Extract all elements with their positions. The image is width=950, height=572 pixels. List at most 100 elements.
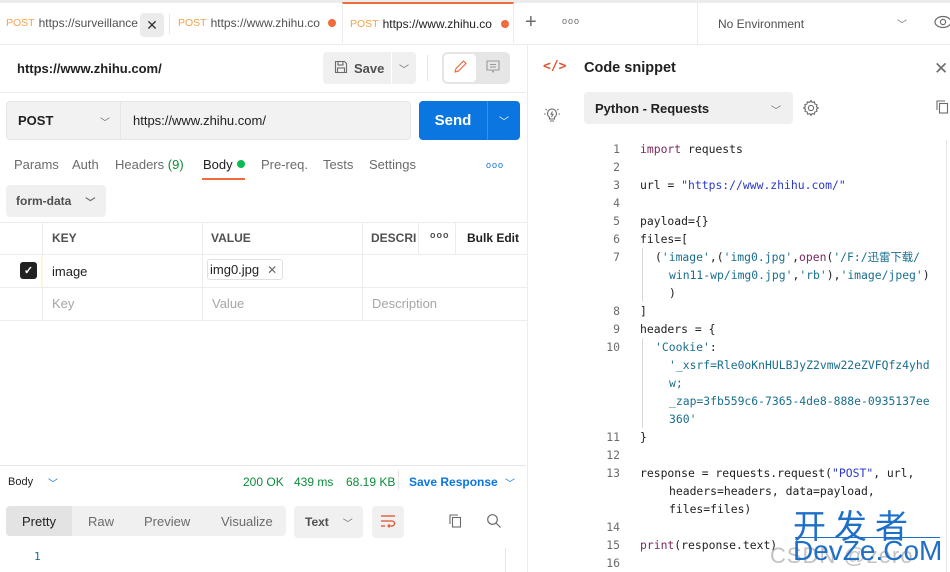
copy-icon[interactable] <box>447 513 463 532</box>
chevron-down-icon: ﹀ <box>342 518 353 530</box>
line-number: 6 <box>613 232 620 246</box>
active-tab-underline <box>202 178 245 180</box>
code-token: open <box>799 250 827 264</box>
language-select[interactable]: Python - Requests <box>584 92 793 124</box>
view-visualize-tab[interactable]: Visualize <box>221 514 273 529</box>
tab-headers[interactable]: Headers (9) <box>115 157 184 172</box>
request-tab-active[interactable]: POST https://www.zhihu.co <box>342 2 514 43</box>
response-scrollbar[interactable] <box>505 548 506 572</box>
tab-settings[interactable]: Settings <box>369 157 416 172</box>
more-tabs-button[interactable]: ooo <box>486 160 504 170</box>
tab-divider <box>169 14 170 34</box>
comment-icon <box>485 59 501 78</box>
line-number: 15 <box>606 538 620 552</box>
chevron-down-icon: ﹀ <box>100 118 110 129</box>
send-button[interactable]: Send <box>419 101 487 140</box>
body-type-select[interactable]: form-data ﹀ <box>6 185 106 217</box>
tab-label: Body <box>203 157 233 172</box>
remove-file-icon[interactable]: ✕ <box>267 263 277 277</box>
column-header-key: KEY <box>52 231 77 245</box>
code-line-wrap: headers=headers, data=payload, <box>669 484 875 498</box>
format-label: Text <box>305 515 329 529</box>
view-preview-tab[interactable]: Preview <box>144 514 190 529</box>
chevron-down-icon: ﹀ <box>399 64 409 76</box>
save-options-button[interactable]: ﹀ <box>392 52 416 84</box>
tab-url: https://www.zhihu.co <box>382 16 492 31</box>
plus-icon: + <box>525 11 537 33</box>
file-chip[interactable]: img0.jpg ✕ <box>207 259 283 280</box>
line-number: 9 <box>613 322 620 336</box>
line-number: 11 <box>606 430 620 444</box>
view-raw-tab[interactable]: Raw <box>88 514 114 529</box>
panel-resize-handle[interactable] <box>527 45 528 572</box>
param-key[interactable]: image <box>52 264 87 279</box>
save-label: Save <box>354 60 385 76</box>
key-input[interactable]: Key <box>52 296 74 311</box>
format-select[interactable]: Text ﹀ <box>294 506 363 538</box>
divider <box>427 55 428 81</box>
check-icon: ✓ <box>23 265 34 277</box>
tab-auth[interactable]: Auth <box>72 157 99 172</box>
response-section-label[interactable]: Body <box>8 476 33 488</box>
lightbulb-icon[interactable] <box>543 106 561 127</box>
method-label: POST <box>18 113 54 128</box>
table-options-button[interactable]: ooo <box>430 230 450 240</box>
save-response-button[interactable]: Save Response <box>409 475 498 489</box>
line-number: 8 <box>613 304 620 318</box>
status-code[interactable]: 200 OK <box>243 475 284 489</box>
tab-pre-request[interactable]: Pre-req. <box>261 157 308 172</box>
code-icon[interactable]: </> <box>543 59 566 74</box>
request-tab[interactable]: POST https://surveillance-a <box>6 3 138 42</box>
headers-count: (9) <box>167 157 184 172</box>
copy-icon[interactable] <box>934 99 950 118</box>
code-line: response = requests.request("POST", url, <box>640 466 915 480</box>
wrap-lines-button[interactable] <box>372 506 404 538</box>
tab-body[interactable]: Body <box>203 157 245 172</box>
close-icon: ✕ <box>934 59 949 78</box>
description-input[interactable]: Description <box>372 296 437 311</box>
bulk-edit-button[interactable]: Bulk Edit <box>467 231 519 245</box>
code-line-wrap: _zap=3fb559c6-7365-4de8-888e-0935137ee <box>669 394 930 408</box>
view-pretty-tab[interactable]: Pretty <box>6 506 72 536</box>
close-panel-button[interactable]: ✕ <box>934 59 948 79</box>
chevron-down-icon[interactable]: ﹀ <box>897 16 907 31</box>
file-name: img0.jpg <box>210 262 260 277</box>
new-tab-button[interactable]: + <box>525 12 537 32</box>
request-title[interactable]: https://www.zhihu.com/ <box>17 61 162 76</box>
chevron-down-icon: ﹀ <box>85 197 96 209</box>
code-scrollbar[interactable] <box>946 140 947 572</box>
wrap-icon <box>380 514 396 531</box>
request-tab[interactable]: POST https://www.zhihu.co <box>178 3 336 42</box>
comments-button[interactable] <box>478 54 508 82</box>
response-time[interactable]: 439 ms <box>294 475 333 489</box>
language-label: Python - Requests <box>595 100 710 116</box>
gear-icon[interactable] <box>802 99 820 120</box>
chevron-down-icon[interactable]: ﹀ <box>48 475 58 490</box>
tab-tests[interactable]: Tests <box>323 157 353 172</box>
row-enabled-checkbox[interactable]: ✓ <box>20 262 37 279</box>
line-number: 3 <box>613 178 620 192</box>
search-icon[interactable] <box>486 513 502 532</box>
unsaved-dot-icon <box>500 19 509 28</box>
value-input[interactable]: Value <box>212 296 244 311</box>
line-number: 10 <box>606 340 620 354</box>
environment-selector[interactable]: No Environment <box>718 17 804 31</box>
tab-more-button[interactable]: ooo <box>562 16 580 26</box>
chevron-down-icon[interactable]: ﹀ <box>505 475 515 490</box>
code-line: ] <box>640 304 647 318</box>
url-input[interactable]: https://www.zhihu.com/ <box>121 101 411 140</box>
response-size[interactable]: 68.19 KB <box>346 475 395 489</box>
ellipsis-icon: ooo <box>562 16 581 26</box>
line-number: 7 <box>613 250 620 264</box>
close-icon: ✕ <box>146 16 158 33</box>
response-divider[interactable] <box>0 465 526 466</box>
edit-mode-button[interactable] <box>444 54 476 82</box>
tab-params[interactable]: Params <box>14 157 59 172</box>
code-line: files=[ <box>640 232 689 246</box>
divider <box>0 92 526 93</box>
eye-icon[interactable] <box>934 15 950 32</box>
close-tab-button[interactable]: ✕ <box>140 13 164 37</box>
code-token: import <box>640 142 682 156</box>
send-options-button[interactable]: ﹀ <box>487 101 520 140</box>
save-button[interactable]: Save <box>323 52 391 84</box>
